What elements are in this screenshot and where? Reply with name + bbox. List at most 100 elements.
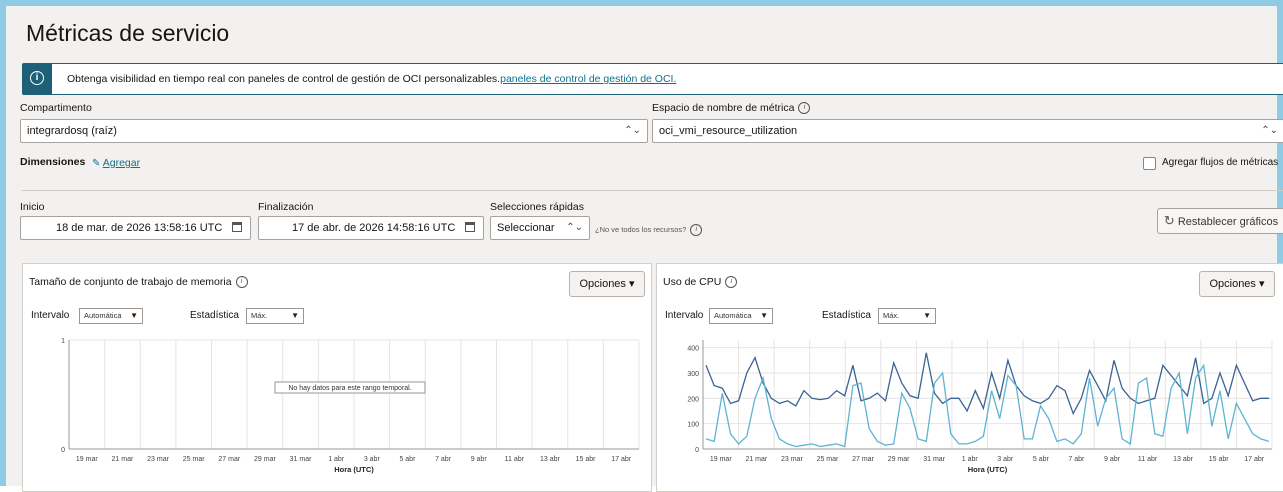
x-tick-label: 13 abr: [540, 456, 561, 463]
service-metrics-page: Métricas de servicio i Obtenga visibilid…: [0, 0, 1283, 492]
select-chevron-icon: ⌃⌄: [624, 125, 641, 136]
x-tick-label: 31 mar: [923, 456, 945, 463]
banner-dashboards-link[interactable]: paneles de control de gestión de OCI.: [500, 73, 676, 85]
refresh-icon: ↻: [1163, 213, 1175, 228]
memory-interval-label: Intervalo: [31, 310, 70, 321]
select-chevron-icon: ⌃⌄: [1261, 125, 1278, 136]
y-tick-label: 200: [687, 396, 699, 403]
y-tick-label: 100: [687, 422, 699, 429]
namespace-info-icon[interactable]: i: [798, 102, 811, 115]
start-date-field[interactable]: 18 de mar. de 2026 13:58:16 UTC: [20, 216, 251, 240]
x-tick-label: 25 mar: [817, 456, 839, 463]
quick-selections-value: Seleccionar: [497, 222, 555, 234]
cpu-interval-label: Intervalo: [665, 310, 704, 321]
end-date-field[interactable]: 17 de abr. de 2026 14:58:16 UTC: [258, 216, 484, 240]
help-info-icon[interactable]: i: [690, 224, 703, 236]
x-tick-label: 29 mar: [254, 456, 276, 463]
x-axis-title: Hora (UTC): [334, 465, 374, 474]
calendar-icon[interactable]: [465, 222, 475, 232]
x-tick-label: 3 abr: [997, 456, 1014, 463]
dimensions-add: ✎ Agregar: [92, 157, 140, 169]
x-tick-label: 3 abr: [364, 456, 381, 463]
missing-resources-help: ¿No ve todos los recursos? i: [595, 224, 703, 236]
x-tick-label: 21 mar: [112, 456, 134, 463]
namespace-label-wrap: Espacio de nombre de métrica i: [652, 102, 811, 115]
x-tick-label: 19 mar: [76, 456, 98, 463]
y-tick-label: 400: [687, 346, 699, 353]
end-label: Finalización: [258, 201, 314, 213]
memory-stat-select[interactable]: Máx. ▼: [246, 308, 304, 324]
x-tick-label: 15 abr: [1209, 456, 1230, 463]
memory-panel-title-wrap: Tamaño de conjunto de trabajo de memoria…: [29, 276, 248, 289]
caret-down-icon: ▼: [130, 311, 138, 320]
memory-panel-title: Tamaño de conjunto de trabajo de memoria: [29, 276, 232, 288]
caret-down-icon: ▾: [1259, 278, 1265, 290]
x-tick-label: 7 abr: [1068, 456, 1085, 463]
memory-stat-value: Máx.: [251, 311, 268, 320]
memory-interval-select[interactable]: Automática ▼: [79, 308, 143, 324]
x-tick-label: 29 mar: [888, 456, 910, 463]
x-tick-label: 23 mar: [147, 456, 169, 463]
x-tick-label: 31 mar: [290, 456, 312, 463]
start-date-value: 18 de mar. de 2026 13:58:16 UTC: [56, 222, 223, 234]
x-tick-label: 25 mar: [183, 456, 205, 463]
reset-charts-button[interactable]: ↻ Restablecer gráficos: [1157, 208, 1283, 234]
y-tick-label: 0: [695, 447, 699, 454]
banner-message: Obtenga visibilidad en tiempo real con p…: [67, 73, 501, 85]
metric-streams-label: Agregar flujos de métricas: [1162, 157, 1279, 168]
x-tick-label: 17 abr: [1244, 456, 1265, 463]
cpu-info-icon[interactable]: i: [725, 276, 738, 289]
x-tick-label: 1 abr: [962, 456, 979, 463]
cpu-chart: 0 100 200 300 400 19 mar 21 mar 23 mar 25 mar 27 …: [687, 340, 1273, 474]
missing-resources-text: ¿No ve todos los recursos?: [595, 224, 687, 234]
namespace-label: Espacio de nombre de métrica: [652, 102, 795, 114]
memory-options-button[interactable]: Opciones ▾: [569, 271, 645, 297]
namespace-value: oci_vmi_resource_utilization: [659, 125, 798, 137]
select-chevron-icon: ⌃⌄: [566, 222, 583, 233]
quick-selections-label: Selecciones rápidas: [490, 201, 584, 213]
caret-down-icon: ▼: [923, 311, 931, 320]
x-tick-label: 7 abr: [435, 456, 452, 463]
x-tick-label: 9 abr: [1104, 456, 1121, 463]
dimensions-label: Dimensiones: [20, 156, 86, 168]
cpu-options-label: Opciones: [1209, 278, 1256, 290]
memory-info-icon[interactable]: i: [235, 276, 248, 289]
y-tick-label: 300: [687, 371, 699, 378]
start-label: Inicio: [20, 201, 45, 213]
x-tick-label: 1 abr: [328, 456, 345, 463]
compartment-value: integrardosq (raíz): [27, 125, 117, 137]
memory-chart: 0 1 19 mar 21 mar 23 mar 25 mar 27 mar 29 mar 31…: [61, 338, 640, 474]
no-data-message: No hay datos para este rango temporal.: [274, 381, 426, 394]
end-date-value: 17 de abr. de 2026 14:58:16 UTC: [292, 222, 456, 234]
quick-selections-select[interactable]: Seleccionar ⌃⌄: [490, 216, 590, 240]
reset-charts-label: Restablecer gráficos: [1177, 216, 1279, 228]
compartment-label: Compartimento: [20, 102, 92, 114]
cpu-panel-title: Uso de CPU: [663, 276, 722, 288]
cpu-options-button[interactable]: Opciones ▾: [1199, 271, 1275, 297]
cpu-interval-select[interactable]: Automática ▼: [709, 308, 773, 324]
cpu-stat-value: Máx.: [883, 311, 900, 320]
cpu-chart-panel: Uso de CPU i Opciones ▾ Intervalo Automát…: [656, 263, 1283, 492]
cpu-panel-title-wrap: Uso de CPU i: [663, 276, 738, 289]
cpu-stat-select[interactable]: Máx. ▼: [878, 308, 936, 324]
divider: [22, 190, 1283, 191]
calendar-icon[interactable]: [232, 222, 242, 232]
x-tick-label: 9 abr: [471, 456, 488, 463]
namespace-select[interactable]: oci_vmi_resource_utilization ⌃⌄: [652, 119, 1283, 143]
x-tick-label: 5 abr: [1033, 456, 1050, 463]
info-icon: i: [30, 71, 44, 85]
x-tick-label: 5 abr: [399, 456, 416, 463]
metric-streams-checkbox[interactable]: [1143, 157, 1156, 170]
memory-stat-label: Estadística: [190, 310, 239, 321]
y-tick-label: 1: [61, 338, 65, 345]
x-tick-label: 11 abr: [1138, 456, 1158, 463]
compartment-select[interactable]: integrardosq (raíz) ⌃⌄: [20, 119, 648, 143]
y-tick-label: 0: [61, 447, 65, 454]
x-axis-title: Hora (UTC): [968, 465, 1008, 474]
no-data-text: No hay datos para este rango temporal.: [288, 385, 411, 392]
memory-chart-panel: Tamaño de conjunto de trabajo de memoria…: [22, 263, 652, 492]
dimensions-add-link[interactable]: Agregar: [103, 157, 140, 169]
x-tick-label: 11 abr: [505, 456, 525, 463]
info-banner-icon-box: i: [23, 64, 52, 94]
x-tick-label: 19 mar: [710, 456, 732, 463]
